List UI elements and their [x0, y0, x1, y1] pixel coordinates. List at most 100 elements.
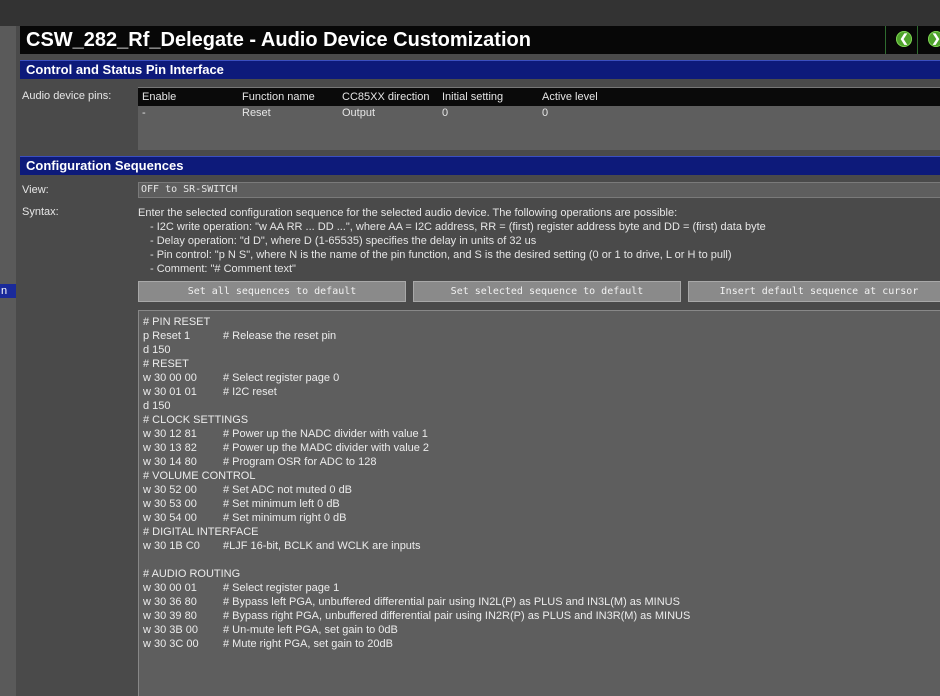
sequence-line[interactable]: # VOLUME CONTROL [143, 469, 940, 483]
sequence-line[interactable]: w 30 12 81 # Power up the NADC divider wi… [143, 427, 940, 441]
sequence-line[interactable]: w 30 01 01 # I2C reset [143, 385, 940, 399]
sequence-comment: # Un-mute left PGA, set gain to 0dB [223, 624, 398, 636]
sequence-line[interactable]: # CLOCK SETTINGS [143, 413, 940, 427]
syntax-help: Enter the selected configuration sequenc… [138, 206, 766, 276]
sequence-comment: # Power up the MADC divider with value 2 [223, 442, 430, 454]
sequence-code: d 150 [143, 400, 171, 412]
column-header-function-name[interactable]: Function name [242, 91, 315, 103]
sequence-line[interactable]: w 30 13 82 # Power up the MADC divider wi… [143, 441, 940, 455]
sequence-line[interactable]: w 30 52 00 # Set ADC not muted 0 dB [143, 483, 940, 497]
sequence-code: w 30 12 81 [143, 428, 197, 440]
column-header-enable[interactable]: Enable [142, 91, 176, 103]
sequence-code: w 30 3B 00 [143, 624, 199, 636]
audio-device-pins-label: Audio device pins: [22, 90, 112, 102]
column-header-initial-setting[interactable]: Initial setting [442, 91, 503, 103]
sequence-line[interactable]: w 30 54 00 # Set minimum right 0 dB [143, 511, 940, 525]
view-select[interactable]: OFF to SR-SWITCH [138, 182, 940, 198]
section-header-pins: Control and Status Pin Interface [20, 60, 940, 79]
sequence-comment: # Power up the NADC divider with value 1 [223, 428, 428, 440]
sequence-line[interactable]: w 30 00 00 # Select register page 0 [143, 371, 940, 385]
sequence-line[interactable]: w 30 00 01 # Select register page 1 [143, 581, 940, 595]
left-panel-selected-item[interactable]: n [0, 284, 16, 298]
sequence-line[interactable]: w 30 36 80 # Bypass left PGA, unbuffered … [143, 595, 940, 609]
page-title: CSW_282_Rf_Delegate - Audio Device Custo… [26, 29, 531, 51]
row-enable[interactable]: - [142, 107, 146, 119]
sequence-comment: # Program OSR for ADC to 128 [223, 456, 377, 468]
column-header-active-level[interactable]: Active level [542, 91, 598, 103]
sequence-line[interactable]: w 30 53 00 # Set minimum left 0 dB [143, 497, 940, 511]
sequence-comment: # Release the reset pin [223, 330, 337, 342]
row-direction[interactable]: Output [342, 107, 375, 119]
sequence-line[interactable]: # DIGITAL INTERFACE [143, 525, 940, 539]
syntax-label: Syntax: [22, 206, 59, 218]
sequence-line[interactable]: # RESET [143, 357, 940, 371]
sequence-code: w 30 01 01 [143, 386, 197, 398]
sequence-code: w 30 13 82 [143, 442, 197, 454]
sequence-line[interactable]: # AUDIO ROUTING [143, 567, 940, 581]
sequence-code: # AUDIO ROUTING [143, 568, 241, 580]
row-active-level[interactable]: 0 [542, 107, 548, 119]
section-title: Control and Status Pin Interface [26, 62, 224, 77]
syntax-intro: Enter the selected configuration sequenc… [138, 207, 678, 219]
sequence-comment: #LJF 16-bit, BCLK and WCLK are inputs [223, 540, 421, 552]
sequence-code: # VOLUME CONTROL [143, 470, 256, 482]
sequence-line[interactable]: p Reset 1 # Release the reset pin [143, 329, 940, 343]
sequence-comment: # Set minimum left 0 dB [223, 498, 340, 510]
sequence-code: p Reset 1 [143, 330, 191, 342]
sequence-code: # CLOCK SETTINGS [143, 414, 249, 426]
sequence-comment: # I2C reset [223, 386, 277, 398]
syntax-item: - Pin control: "p N S", where N is the n… [150, 249, 732, 261]
top-strip [0, 0, 940, 26]
sequence-code: w 30 00 01 [143, 582, 197, 594]
sequence-comment: # Select register page 1 [223, 582, 340, 594]
view-label: View: [22, 184, 49, 196]
row-function-name[interactable]: Reset [242, 107, 271, 119]
sequence-line[interactable]: w 30 3B 00 # Un-mute left PGA, set gain t… [143, 623, 940, 637]
sequence-comment: # Set minimum right 0 dB [223, 512, 347, 524]
sequence-comment: # Mute right PGA, set gain to 20dB [223, 638, 393, 650]
sequence-code: w 30 52 00 [143, 484, 197, 496]
sequence-code: w 30 36 80 [143, 596, 197, 608]
section-title: Configuration Sequences [26, 158, 184, 173]
pin-table-header: Enable Function name CC85XX direction In… [138, 87, 940, 106]
nav-separator [885, 26, 886, 54]
sequence-code: w 30 14 80 [143, 456, 197, 468]
back-arrow-icon[interactable]: ❮ [896, 31, 912, 47]
sequence-code: d 150 [143, 344, 171, 356]
sequence-code: w 30 54 00 [143, 512, 197, 524]
syntax-item: - I2C write operation: "w AA RR ... DD .… [150, 221, 766, 233]
sequence-code: # PIN RESET [143, 316, 211, 328]
sequence-line[interactable] [143, 553, 940, 567]
sequence-comment: # Bypass right PGA, unbuffered different… [223, 610, 691, 622]
left-panel: n [0, 26, 16, 696]
sequence-code: w 30 53 00 [143, 498, 197, 510]
set-selected-sequence-default-button[interactable]: Set selected sequence to default [413, 281, 681, 302]
forward-arrow-icon[interactable]: ❯ [928, 31, 940, 47]
sequence-line[interactable]: w 30 14 80 # Program OSR for ADC to 128 [143, 455, 940, 469]
insert-default-sequence-button[interactable]: Insert default sequence at cursor [688, 281, 940, 302]
syntax-item: - Comment: "# Comment text" [150, 263, 296, 275]
sequence-line[interactable]: d 150 [143, 399, 940, 413]
sequence-comment: # Bypass left PGA, unbuffered differenti… [223, 596, 680, 608]
sequence-code: w 30 00 00 [143, 372, 197, 384]
nav-separator [917, 26, 918, 54]
column-header-direction[interactable]: CC85XX direction [342, 91, 429, 103]
sequence-code: w 30 39 80 [143, 610, 197, 622]
syntax-item: - Delay operation: "d D", where D (1-655… [150, 235, 537, 247]
sequence-line[interactable]: w 30 39 80 # Bypass right PGA, unbuffered… [143, 609, 940, 623]
set-all-sequences-default-button[interactable]: Set all sequences to default [138, 281, 406, 302]
sequence-editor[interactable]: # PIN RESET p Reset 1 # Release the reset … [138, 310, 940, 696]
sequence-code: w 30 3C 00 [143, 638, 199, 650]
row-initial-setting[interactable]: 0 [442, 107, 448, 119]
pin-table[interactable]: Enable Function name CC85XX direction In… [138, 87, 940, 150]
sequence-line[interactable]: # PIN RESET [143, 315, 940, 329]
section-header-config: Configuration Sequences [20, 156, 940, 175]
sequence-code: # DIGITAL INTERFACE [143, 526, 259, 538]
sequence-comment: # Set ADC not muted 0 dB [223, 484, 353, 496]
sequence-code: # RESET [143, 358, 189, 370]
sequence-line[interactable]: w 30 1B C0 #LJF 16-bit, BCLK and WCLK are… [143, 539, 940, 553]
title-bar: CSW_282_Rf_Delegate - Audio Device Custo… [20, 26, 940, 54]
sequence-line[interactable]: d 150 [143, 343, 940, 357]
sequence-line[interactable]: w 30 3C 00 # Mute right PGA, set gain to … [143, 637, 940, 651]
sequence-comment: # Select register page 0 [223, 372, 340, 384]
